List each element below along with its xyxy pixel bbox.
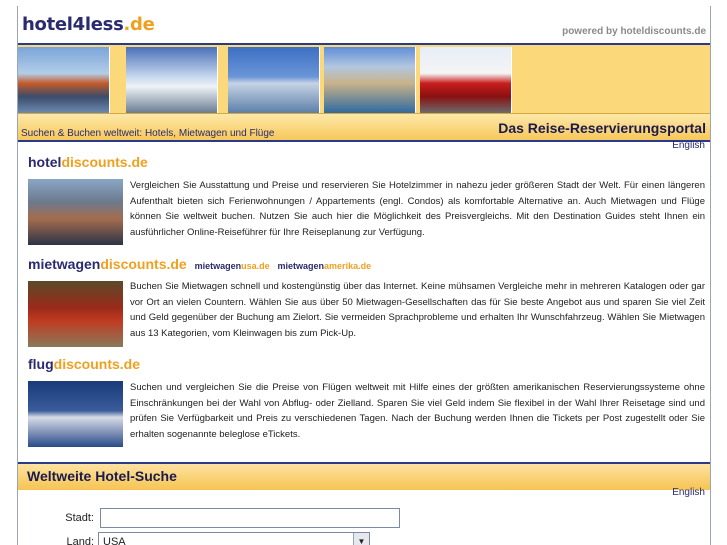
car-section-text: Buchen Sie Mietwagen schnell und kosteng… (130, 281, 705, 339)
red-convertible-image (420, 47, 512, 113)
flight-section-title[interactable]: flugdiscounts.de (28, 356, 140, 372)
city-label: Stadt: (65, 512, 94, 524)
sub1-hl: usa.de (241, 261, 270, 271)
country-label: Land: (66, 536, 94, 545)
sub1-main: mietwagen (194, 261, 242, 271)
sub2-main: mietwagen (277, 261, 325, 271)
flight-title-hl: discounts.de (53, 356, 141, 372)
mietwagenusa-link[interactable]: mietwagenusa.de (195, 261, 270, 271)
flight-title-main: flug (28, 356, 54, 372)
mountain-train-image (126, 47, 218, 113)
city-skyline-image[interactable] (28, 179, 123, 245)
car-title-link[interactable]: mietwagendiscounts.de (28, 256, 187, 272)
tagline-left: Suchen & Buchen weltweit: Hotels, Mietwa… (21, 128, 275, 139)
flight-section-text: Suchen und vergleichen Sie die Preise vo… (130, 382, 705, 440)
site-logo[interactable]: hotel4less.de (22, 14, 155, 35)
red-suv-image[interactable] (28, 281, 123, 347)
logo-main: hotel4less (22, 14, 124, 35)
tagline-bar: Suchen & Buchen weltweit: Hotels, Mietwa… (18, 114, 710, 142)
golden-gate-image (18, 47, 110, 113)
country-select[interactable]: USA ▼ (98, 532, 370, 545)
dropdown-arrow-icon[interactable]: ▼ (353, 533, 369, 545)
car-title-hl: discounts.de (100, 256, 187, 272)
hotel-title-hl: discounts.de (61, 154, 148, 170)
beach-city-image (324, 47, 416, 113)
logo-tld: .de (123, 14, 155, 35)
city-input[interactable] (100, 508, 400, 528)
english-link[interactable]: English (672, 140, 705, 151)
page-frame: hotel4less.de powered by hoteldiscounts.… (17, 6, 711, 545)
english-link-2[interactable]: English (672, 487, 705, 498)
hotel-title-main: hotel (28, 154, 62, 170)
tagline-right: Das Reise-Reservierungsportal (498, 120, 706, 136)
hotel-search-bar: Weltweite Hotel-Suche (18, 462, 710, 490)
top-bar: hotel4less.de powered by hoteldiscounts.… (18, 6, 710, 43)
car-section-title: mietwagendiscounts.de mietwagenusa.de mi… (28, 256, 371, 272)
powered-by-link[interactable]: powered by hoteldiscounts.de (562, 26, 706, 37)
hotel-section-title[interactable]: hoteldiscounts.de (28, 154, 148, 170)
country-select-value: USA (103, 536, 126, 545)
sub2-hl: amerika.de (324, 261, 372, 271)
hotel-search-title: Weltweite Hotel-Suche (27, 468, 177, 484)
airplane-image (228, 47, 320, 113)
car-title-main: mietwagen (28, 256, 101, 272)
hotel-section-text: Vergleichen Sie Ausstattung und Preise u… (130, 180, 705, 238)
photo-banner (18, 43, 710, 114)
concorde-image[interactable] (28, 381, 123, 447)
mietwagenamerika-link[interactable]: mietwagenamerika.de (278, 261, 372, 271)
